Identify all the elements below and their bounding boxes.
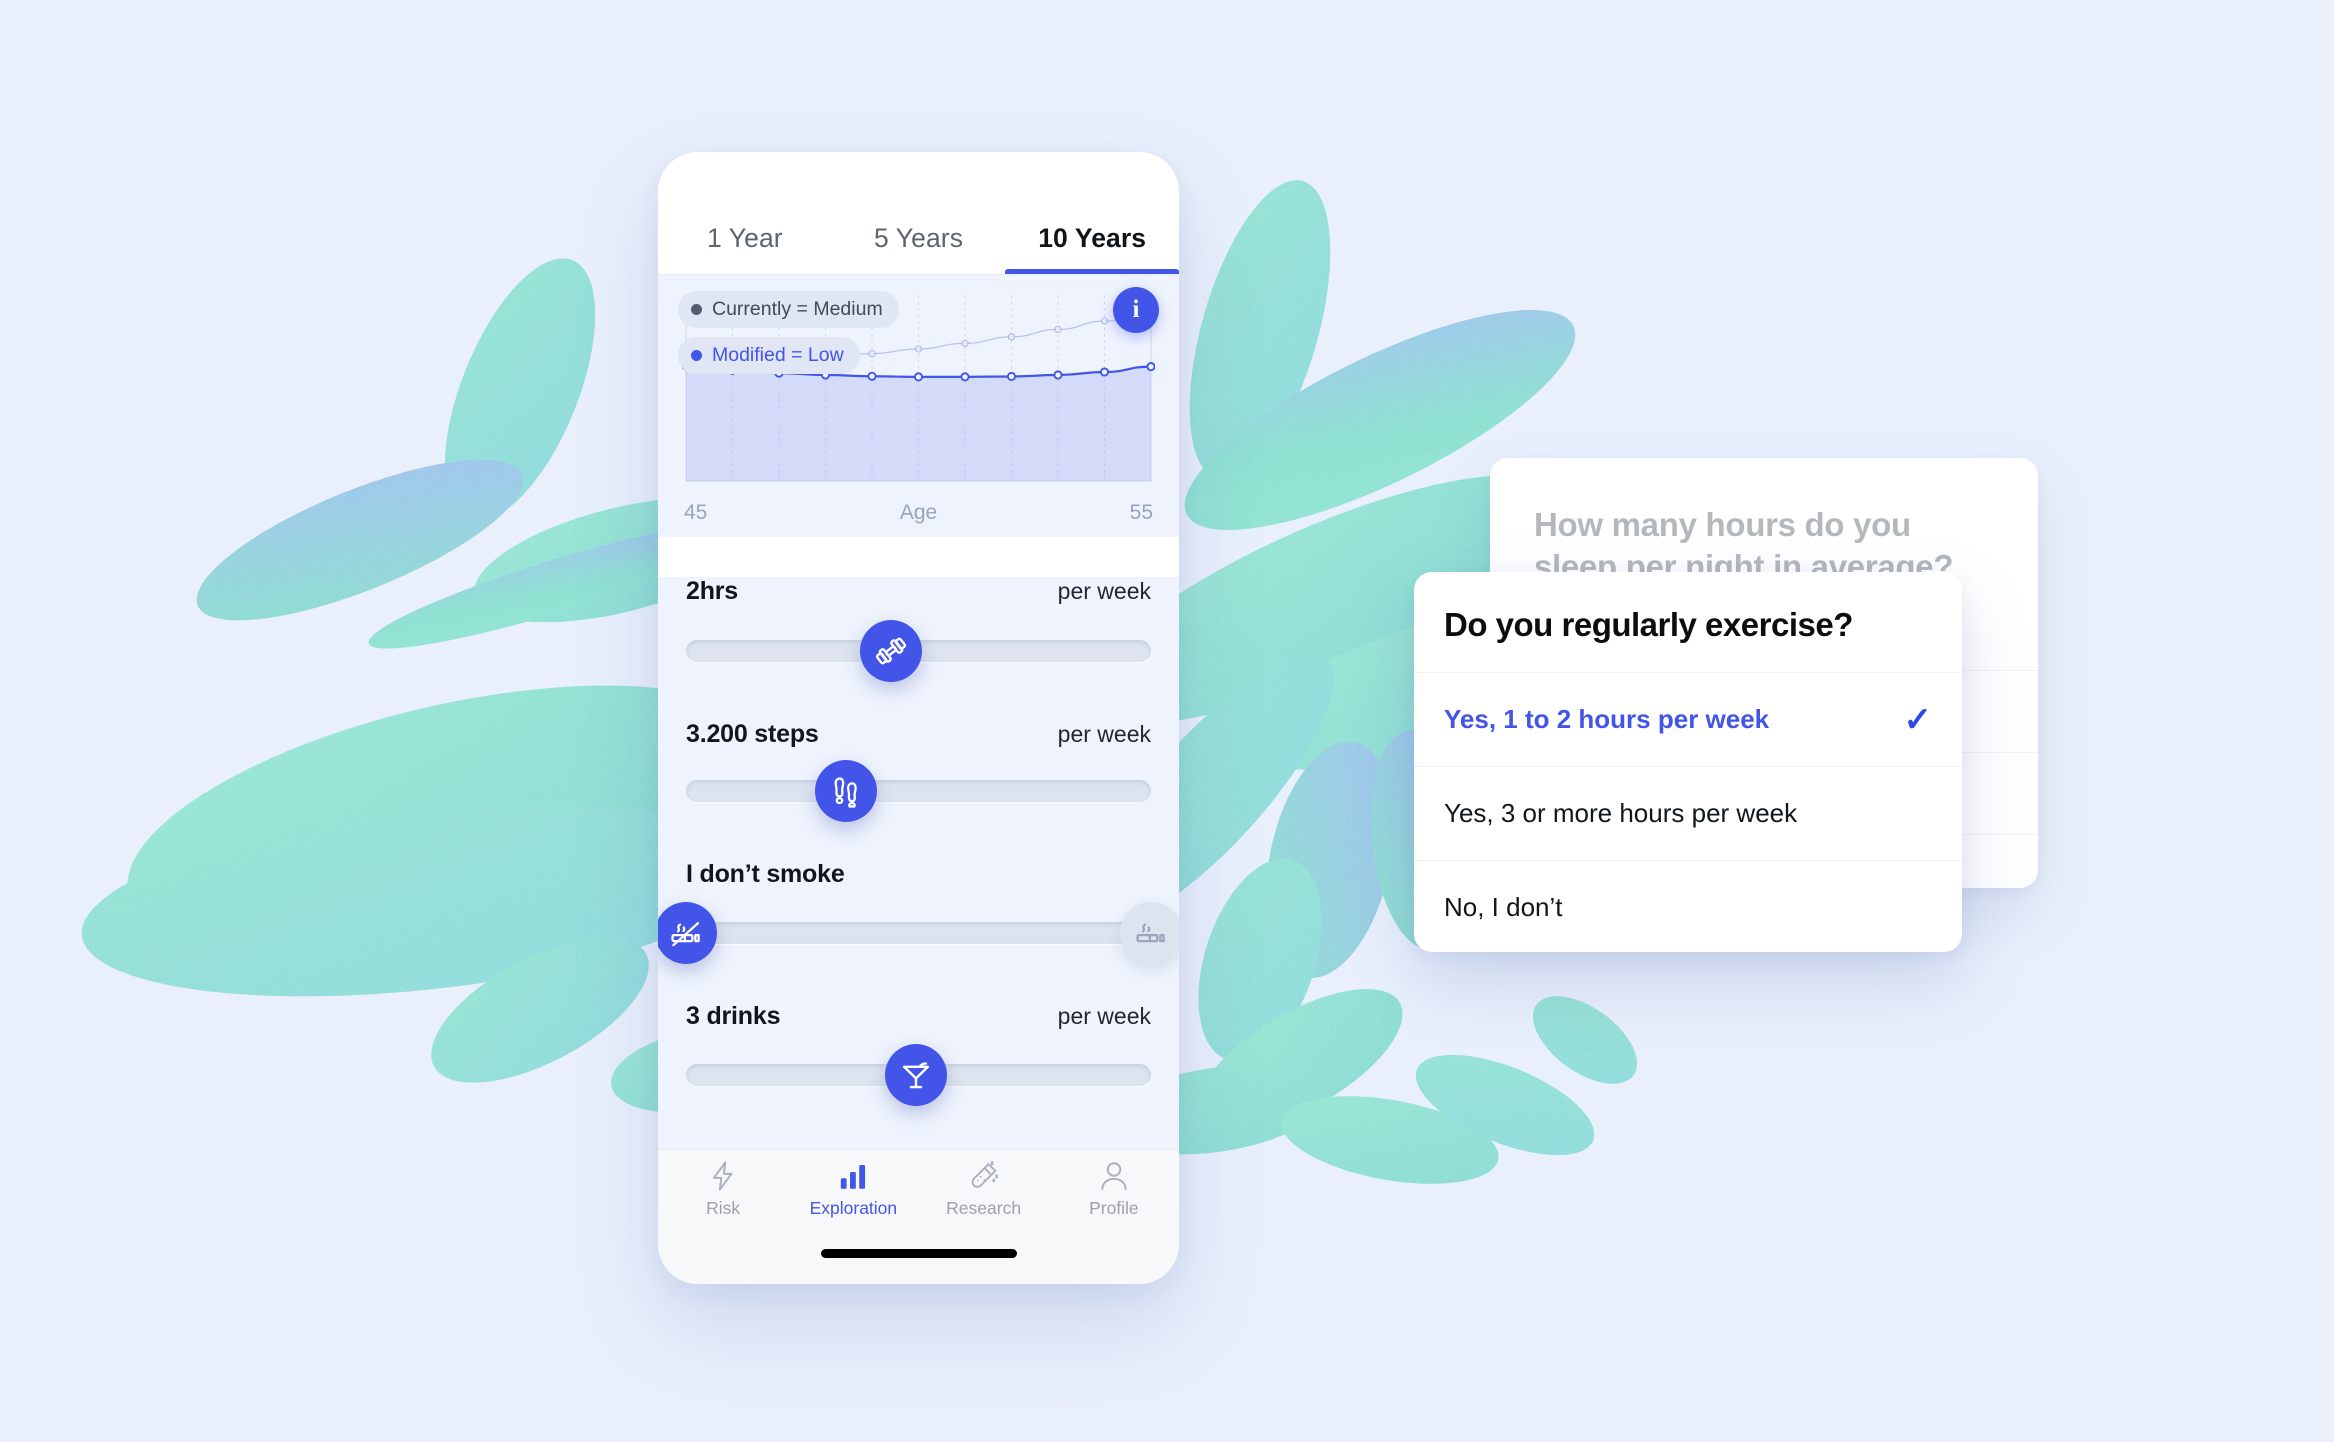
slider-unit-drinks: per week xyxy=(1057,1003,1151,1029)
nav-label-exploration: Exploration xyxy=(809,1198,898,1218)
nav-label-profile: Profile xyxy=(1089,1198,1139,1218)
tab-underline xyxy=(1005,269,1179,274)
dumbbell-icon xyxy=(875,637,906,665)
slider-unit-steps: per week xyxy=(1057,721,1151,747)
slider-row-steps: 3.200 steps per week xyxy=(658,720,1179,822)
slider-thumb-smoking[interactable] xyxy=(1120,902,1179,964)
slider-value-smoking: I don’t smoke xyxy=(686,860,845,888)
exercise-option-label: Yes, 1 to 2 hours per week xyxy=(1444,704,1770,734)
chart-legend: Currently = Medium Modified = Low xyxy=(678,291,899,383)
cocktail-icon xyxy=(903,1062,930,1089)
timeframe-tabs: 1 Year 5 Years 10 Years xyxy=(658,152,1179,274)
info-icon: i xyxy=(1132,296,1140,323)
legend-label-currently: Currently = Medium xyxy=(712,298,883,320)
slider-track-steps[interactable] xyxy=(686,760,1151,822)
exercise-option-label: No, I don’t xyxy=(1444,892,1563,922)
sleep-question-text: How many hours do you sleep per night in… xyxy=(1534,506,1954,586)
page-root: 1 Year 5 Years 10 Years Currently = Medi… xyxy=(0,0,2334,1442)
slider-value-steps: 3.200 steps xyxy=(686,720,819,748)
legend-dot-currently xyxy=(691,304,702,315)
legend-dot-modified xyxy=(691,350,702,361)
nav-item-research[interactable]: Research xyxy=(919,1150,1049,1234)
exercise-option-1[interactable]: Yes, 1 to 2 hours per week ✓ xyxy=(1414,672,1962,766)
person-icon xyxy=(1101,1162,1127,1191)
x-axis-title: Age xyxy=(899,501,938,524)
footsteps-icon xyxy=(834,777,858,808)
bolt-icon xyxy=(713,1161,733,1191)
bar-chart-icon xyxy=(841,1164,866,1189)
slider-thumb-exercise[interactable] xyxy=(859,620,922,682)
slider-header-exercise: 2hrs per week xyxy=(686,577,1151,606)
slider-unit-exercise: per week xyxy=(1057,578,1151,604)
tab-label: 5 Years xyxy=(873,223,964,253)
nav-item-exploration[interactable]: Exploration xyxy=(788,1150,918,1234)
slider-track-exercise[interactable] xyxy=(686,620,1151,682)
slider-row-exercise: 2hrs per week xyxy=(658,577,1179,682)
info-button[interactable]: i xyxy=(1113,287,1159,333)
exercise-option-2[interactable]: Yes, 3 or more hours per week xyxy=(1414,766,1962,860)
x-axis-max-label: 55 xyxy=(1129,501,1153,524)
exercise-option-3[interactable]: No, I don’t xyxy=(1414,860,1962,952)
test-tube-icon xyxy=(971,1161,998,1188)
nav-label-research: Research xyxy=(946,1198,1022,1218)
legend-label-modified: Modified = Low xyxy=(712,344,844,366)
slider-thumb-drinks[interactable] xyxy=(885,1044,948,1106)
slider-thumb-no-smoking[interactable] xyxy=(658,902,717,964)
bottom-nav-items: Risk Exploration Research Profile xyxy=(658,1150,1179,1234)
nav-item-risk[interactable]: Risk xyxy=(658,1150,788,1234)
legend-item-modified: Modified = Low xyxy=(678,337,860,374)
home-indicator xyxy=(820,1249,1017,1258)
exercise-question-dialog: Do you regularly exercise? Yes, 1 to 2 h… xyxy=(1414,572,1962,952)
tab-5-years[interactable]: 5 Years xyxy=(832,223,1006,274)
exercise-option-label: Yes, 3 or more hours per week xyxy=(1444,798,1798,828)
phone-mockup: 1 Year 5 Years 10 Years Currently = Medi… xyxy=(658,152,1179,1284)
no-smoking-icon xyxy=(671,922,700,947)
bottom-navigation: Risk Exploration Research Profile xyxy=(658,1149,1179,1284)
nav-item-profile[interactable]: Profile xyxy=(1049,1150,1179,1234)
legend-item-currently: Currently = Medium xyxy=(678,291,899,328)
chart-x-axis-labels: 45 Age 55 xyxy=(682,501,1155,531)
nav-label-risk: Risk xyxy=(706,1198,741,1218)
exercise-question-title: Do you regularly exercise? xyxy=(1444,606,1853,643)
slider-track-smoking[interactable] xyxy=(658,902,1179,964)
slider-value-exercise: 2hrs xyxy=(686,577,739,605)
tab-1-year[interactable]: 1 Year xyxy=(658,223,832,274)
slider-thumb-steps[interactable] xyxy=(815,760,878,822)
tab-label: 10 Years xyxy=(1038,223,1147,253)
cigarette-icon xyxy=(1136,923,1165,943)
slider-header-steps: 3.200 steps per week xyxy=(686,720,1151,749)
slider-track-drinks[interactable] xyxy=(686,1044,1151,1106)
slider-row-smoking: I don’t smoke xyxy=(658,860,1179,964)
tab-10-years[interactable]: 10 Years xyxy=(1005,223,1179,274)
lifestyle-sliders: 2hrs per week 3.200 steps per week I don… xyxy=(658,577,1179,1185)
slider-header-drinks: 3 drinks per week xyxy=(686,1002,1151,1031)
risk-chart-panel: Currently = Medium Modified = Low i 45 A… xyxy=(658,275,1179,537)
slider-value-drinks: 3 drinks xyxy=(686,1002,781,1030)
slider-row-drinks: 3 drinks per week xyxy=(658,1002,1179,1106)
check-icon: ✓ xyxy=(1903,700,1933,739)
slider-header-smoking: I don’t smoke xyxy=(686,860,1151,889)
tab-label: 1 Year xyxy=(706,223,783,253)
